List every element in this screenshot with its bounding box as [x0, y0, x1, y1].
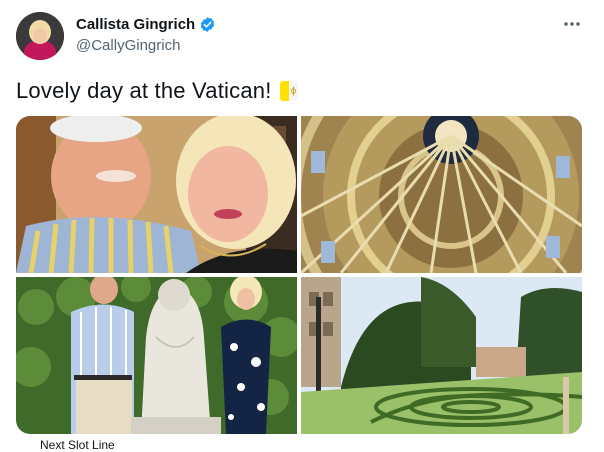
tweet-card: Callista Gingrich @CallyGingrich Lovely … [0, 0, 604, 452]
tweet-text-row: Lovely day at the Vatican! [16, 78, 298, 104]
media-grid [16, 116, 582, 434]
author-name[interactable]: Callista Gingrich [76, 16, 195, 33]
verified-badge-icon [199, 16, 216, 33]
statue-photo[interactable] [16, 277, 297, 434]
author-avatar[interactable] [16, 12, 64, 60]
selfie-photo[interactable] [16, 116, 297, 273]
gardens-photo[interactable] [301, 277, 582, 434]
more-options-icon[interactable] [560, 14, 584, 34]
dome-photo[interactable] [301, 116, 582, 273]
author-handle[interactable]: @CallyGingrich [76, 37, 180, 54]
next-slot-line: Next Slot Line [40, 438, 115, 452]
author-name-row: Callista Gingrich [76, 16, 216, 33]
vatican-flag-icon [279, 81, 298, 101]
tweet-text: Lovely day at the Vatican! [16, 78, 272, 103]
